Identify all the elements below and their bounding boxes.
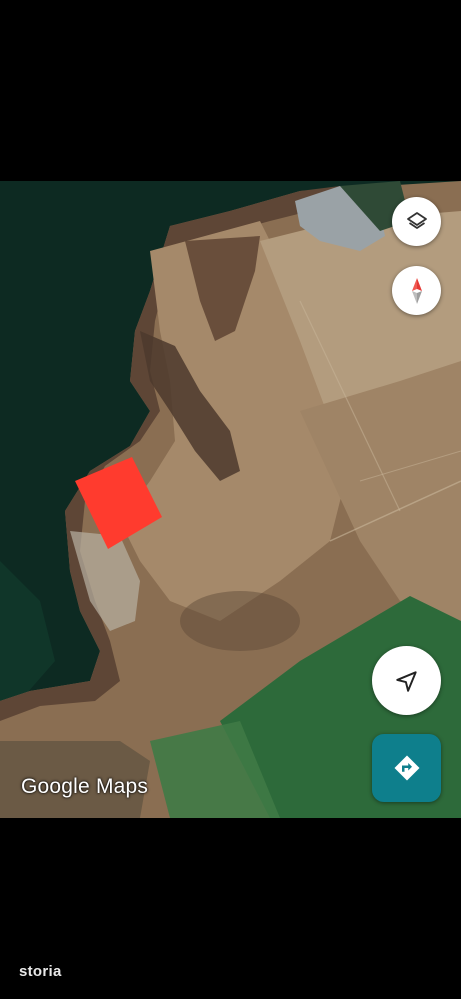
shadow-patch — [180, 591, 300, 651]
layers-button[interactable] — [392, 197, 441, 246]
storia-watermark: storia — [19, 963, 62, 980]
navigation-button[interactable] — [372, 646, 441, 715]
directions-button[interactable] — [372, 734, 441, 802]
screen: Google Maps storia — [0, 0, 461, 999]
satellite-map[interactable]: Google Maps — [0, 181, 461, 818]
map-attribution: Google Maps — [21, 775, 149, 798]
satellite-imagery — [0, 181, 461, 818]
layers-icon — [406, 211, 427, 229]
compass-button[interactable] — [392, 266, 441, 315]
compass-icon — [411, 277, 422, 304]
directions-icon — [394, 755, 419, 781]
navigation-arrow-icon — [395, 670, 417, 692]
